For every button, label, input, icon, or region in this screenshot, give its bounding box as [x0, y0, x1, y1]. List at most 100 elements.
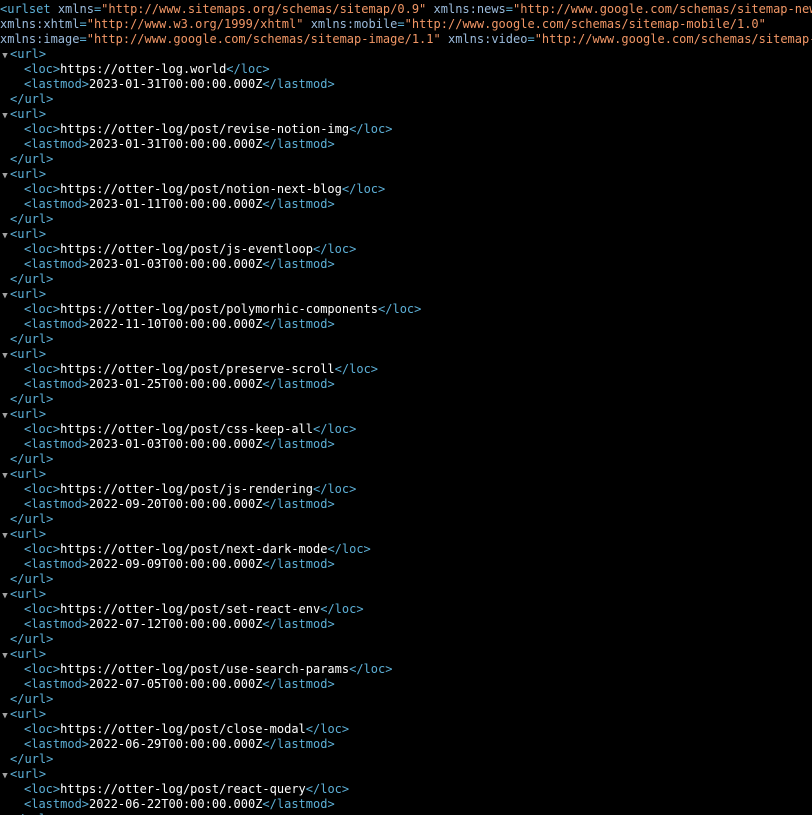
url-entry: ▼ <url> <loc>https://otter-log/post/next-…	[0, 527, 812, 587]
url-entry: ▼ <url> <loc>https://otter-log/post/close…	[0, 707, 812, 767]
lastmod-value: 2022-07-12T00:00:00.000Z	[89, 617, 263, 631]
url-open-line: ▼ <url>	[0, 167, 812, 182]
url-open-tag: <url>	[10, 647, 47, 661]
collapse-triangle-icon[interactable]: ▼	[0, 229, 10, 242]
url-open-line: ▼ <url>	[0, 287, 812, 302]
ns-value: "http://www.google.com/schemas/sitemap-m…	[404, 17, 766, 31]
collapse-triangle-icon[interactable]: ▼	[0, 649, 10, 662]
collapse-triangle-icon[interactable]: ▼	[0, 529, 10, 542]
url-open-tag: <url>	[10, 587, 47, 601]
lastmod-line: <lastmod>2022-09-09T00:00:00.000Z</lastm…	[24, 557, 335, 571]
loc-value: https://otter-log/post/css-keep-all	[60, 422, 313, 436]
loc-line: <loc>https://otter-log/post/js-eventloop…	[24, 242, 357, 256]
url-open-tag: <url>	[10, 767, 47, 781]
lastmod-value: 2022-09-09T00:00:00.000Z	[89, 557, 263, 571]
collapse-triangle-icon[interactable]: ▼	[0, 469, 10, 482]
collapse-triangle-icon[interactable]: ▼	[0, 349, 10, 362]
collapse-triangle-icon[interactable]: ▼	[0, 769, 10, 782]
loc-line: <loc>https://otter-log.world</loc>	[24, 62, 270, 76]
loc-value: https://otter-log.world	[60, 62, 227, 76]
ns-attr: xmlns:mobile	[310, 17, 398, 31]
loc-value: https://otter-log/post/react-query	[60, 782, 306, 796]
lastmod-line: <lastmod>2022-07-05T00:00:00.000Z</lastm…	[24, 677, 335, 691]
url-entry: ▼ <url> <loc>https://otter-log/post/js-ev…	[0, 227, 812, 287]
xml-viewer: <urlset xmlns="http://www.sitemaps.org/s…	[0, 0, 812, 815]
url-open-line: ▼ <url>	[0, 347, 812, 362]
collapse-triangle-icon[interactable]: ▼	[0, 709, 10, 722]
lastmod-value: 2023-01-11T00:00:00.000Z	[89, 197, 263, 211]
url-open-line: ▼ <url>	[0, 227, 812, 242]
url-close-tag: </url>	[10, 632, 54, 646]
loc-line: <loc>https://otter-log/post/css-keep-all…	[24, 422, 357, 436]
url-open-line: ▼ <url>	[0, 467, 812, 482]
urlset-line-1: <urlset xmlns="http://www.sitemaps.org/s…	[0, 2, 812, 17]
collapse-triangle-icon[interactable]: ▼	[0, 409, 10, 422]
ns-value: "http://www.google.com/schemas/sitemap-i…	[86, 32, 441, 46]
ns-value: "http://www.google.com/schemas/sitemap-n…	[513, 2, 812, 16]
url-close-line: </url>	[0, 512, 812, 527]
collapse-triangle-icon[interactable]: ▼	[0, 589, 10, 602]
collapse-triangle-icon[interactable]: ▼	[0, 169, 10, 182]
urlset-open-tag: <urlset	[0, 2, 51, 16]
ns-attr: xmlns:video	[447, 32, 528, 46]
url-close-tag: </url>	[10, 692, 54, 706]
url-open-line: ▼ <url>	[0, 407, 812, 422]
loc-line: <loc>https://otter-log/post/revise-notio…	[24, 122, 393, 136]
url-open-line: ▼ <url>	[0, 587, 812, 602]
ns-attr: xmlns:image	[0, 32, 80, 46]
url-open-tag: <url>	[10, 167, 47, 181]
url-open-tag: <url>	[10, 107, 47, 121]
lastmod-line: <lastmod>2023-01-25T00:00:00.000Z</lastm…	[24, 377, 335, 391]
urlset-line-2: xmlns:xhtml="http://www.w3.org/1999/xhtm…	[0, 17, 766, 31]
url-close-tag: </url>	[10, 272, 54, 286]
url-list: ▼ <url> <loc>https://otter-log.world</loc…	[0, 47, 812, 815]
url-close-line: </url>	[0, 272, 812, 287]
url-close-line: </url>	[0, 752, 812, 767]
url-entry: ▼ <url> <loc>https://otter-log/post/notio…	[0, 167, 812, 227]
url-open-line: ▼ <url>	[0, 647, 812, 662]
ns-value: "http://www.google.com/schemas/sitemap-v…	[534, 32, 812, 46]
lastmod-value: 2023-01-03T00:00:00.000Z	[89, 257, 263, 271]
url-open-line: ▼ <url>	[0, 767, 812, 782]
ns-value: "http://www.w3.org/1999/xhtml"	[86, 17, 304, 31]
loc-value: https://otter-log/post/preserve-scroll	[60, 362, 335, 376]
url-entry: ▼ <url> <loc>https://otter-log/post/set-r…	[0, 587, 812, 647]
lastmod-value: 2022-06-29T00:00:00.000Z	[89, 737, 263, 751]
loc-line: <loc>https://otter-log/post/react-query<…	[24, 782, 350, 796]
url-close-line: </url>	[0, 152, 812, 167]
lastmod-line: <lastmod>2022-11-10T00:00:00.000Z</lastm…	[24, 317, 335, 331]
url-close-line: </url>	[0, 572, 812, 587]
lastmod-value: 2022-11-10T00:00:00.000Z	[89, 317, 263, 331]
url-entry: ▼ <url> <loc>https://otter-log/post/css-k…	[0, 407, 812, 467]
loc-value: https://otter-log/post/js-eventloop	[60, 242, 313, 256]
loc-value: https://otter-log/post/revise-notion-img	[60, 122, 350, 136]
url-entry: ▼ <url> <loc>https://otter-log/post/react…	[0, 767, 812, 815]
url-entry: ▼ <url> <loc>https://otter-log/post/use-s…	[0, 647, 812, 707]
collapse-triangle-icon[interactable]: ▼	[0, 49, 10, 62]
url-entry: ▼ <url> <loc>https://otter-log/post/polym…	[0, 287, 812, 347]
url-open-tag: <url>	[10, 527, 47, 541]
url-close-line: </url>	[0, 632, 812, 647]
collapse-triangle-icon[interactable]: ▼	[0, 109, 10, 122]
lastmod-value: 2022-06-22T00:00:00.000Z	[89, 797, 263, 811]
url-close-line: </url>	[0, 452, 812, 467]
lastmod-line: <lastmod>2022-06-29T00:00:00.000Z</lastm…	[24, 737, 335, 751]
lastmod-line: <lastmod>2023-01-11T00:00:00.000Z</lastm…	[24, 197, 335, 211]
loc-line: <loc>https://otter-log/post/polymorhic-c…	[24, 302, 422, 316]
ns-attr: xmlns	[57, 2, 94, 16]
url-close-line: </url>	[0, 212, 812, 227]
url-open-line: ▼ <url>	[0, 707, 812, 722]
ns-attr: xmlns:news	[433, 2, 506, 16]
lastmod-value: 2022-09-20T00:00:00.000Z	[89, 497, 263, 511]
url-open-line: ▼ <url>	[0, 107, 812, 122]
url-close-line: </url>	[0, 332, 812, 347]
url-close-line: </url>	[0, 692, 812, 707]
lastmod-line: <lastmod>2022-06-22T00:00:00.000Z</lastm…	[24, 797, 335, 811]
lastmod-value: 2023-01-31T00:00:00.000Z	[89, 137, 263, 151]
url-open-tag: <url>	[10, 347, 47, 361]
loc-value: https://otter-log/post/js-rendering	[60, 482, 313, 496]
url-open-tag: <url>	[10, 707, 47, 721]
lastmod-line: <lastmod>2022-09-20T00:00:00.000Z</lastm…	[24, 497, 335, 511]
collapse-triangle-icon[interactable]: ▼	[0, 289, 10, 302]
url-entry: ▼ <url> <loc>https://otter-log/post/revis…	[0, 107, 812, 167]
